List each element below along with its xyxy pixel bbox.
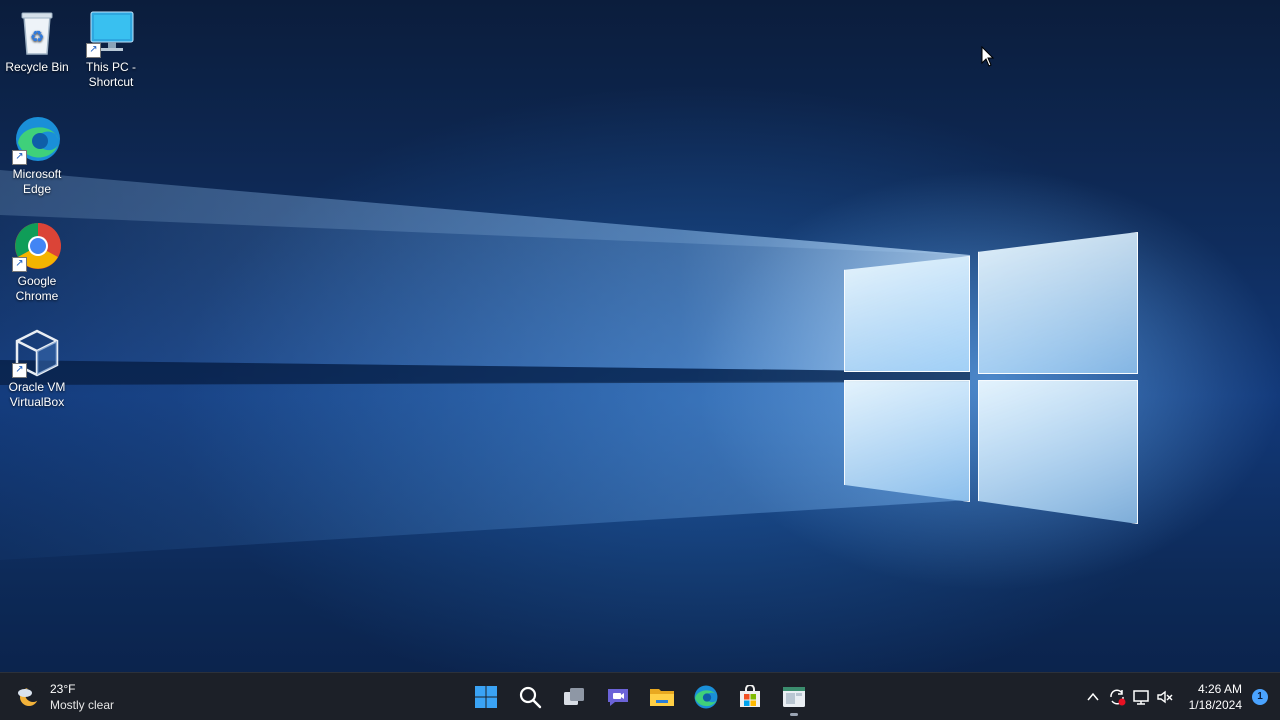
svg-text:♻: ♻: [30, 27, 44, 46]
file-explorer-button[interactable]: [642, 677, 682, 717]
network-button[interactable]: [1129, 685, 1153, 709]
volume-muted-icon: [1156, 690, 1173, 704]
clock[interactable]: 4:26 AM 1/18/2024: [1189, 681, 1242, 713]
search-icon: [519, 686, 542, 709]
microsoft-store-button[interactable]: [730, 677, 770, 717]
clock-time: 4:26 AM: [1197, 682, 1242, 696]
teams-chat-button[interactable]: [598, 677, 638, 717]
running-indicator: [790, 713, 798, 716]
desktop[interactable]: ♻ Recycle Bin ↗ This PC - Shortcut ↗ Mic…: [0, 0, 1280, 720]
moon-cloud-icon: [18, 686, 41, 706]
app-window-icon: [783, 687, 805, 707]
network-icon: [1132, 690, 1149, 705]
desktop-icon-label: Recycle Bin: [5, 60, 69, 74]
search-button[interactable]: [510, 677, 550, 717]
desktop-icon-this-pc[interactable]: ↗ This PC - Shortcut: [74, 8, 148, 90]
system-tray: 4:26 AM 1/18/2024 1: [1081, 673, 1280, 720]
recycle-bin-icon: ♻: [12, 8, 62, 58]
edge-taskbar-button[interactable]: [686, 677, 726, 717]
desktop-icon-label: Google Chrome: [15, 274, 59, 303]
desktop-icon-label: Microsoft Edge: [12, 167, 62, 196]
taskbar-pinned-apps: [466, 677, 814, 717]
weather-temperature: 23°F: [50, 682, 76, 696]
desktop-icon-microsoft-edge[interactable]: ↗ Microsoft Edge: [0, 115, 74, 197]
weather-condition: Mostly clear: [50, 698, 115, 712]
shortcut-arrow-icon: ↗: [12, 257, 27, 272]
start-button[interactable]: [466, 677, 506, 717]
shortcut-arrow-icon: ↗: [12, 363, 27, 378]
clock-date: 1/18/2024: [1188, 698, 1242, 712]
chrome-icon: ↗: [12, 222, 62, 272]
shortcut-arrow-icon: ↗: [86, 43, 101, 58]
windows-logo-pane: [844, 380, 970, 502]
mouse-cursor-icon: [981, 46, 995, 67]
chevron-up-icon: [1087, 692, 1099, 701]
windows-logo-pane: [978, 380, 1138, 524]
desktop-icon-oracle-vm-virtualbox[interactable]: ↗ Oracle VM VirtualBox: [0, 328, 74, 410]
windows-logo-icon: [475, 686, 497, 708]
shortcut-arrow-icon: ↗: [12, 150, 27, 165]
volume-button[interactable]: [1153, 685, 1177, 709]
task-view-icon: [564, 688, 584, 705]
folder-icon: [650, 689, 674, 706]
weather-widget[interactable]: 23°F Mostly clear: [14, 679, 114, 715]
windows-logo-pane: [844, 256, 970, 372]
store-icon: [740, 685, 760, 707]
open-app-window-button[interactable]: [774, 677, 814, 717]
virtualbox-icon: ↗: [12, 328, 62, 378]
desktop-icon-recycle-bin[interactable]: ♻ Recycle Bin: [0, 8, 74, 75]
teams-chat-icon: [608, 689, 628, 706]
notification-badge[interactable]: 1: [1252, 689, 1268, 705]
sync-icon: [1109, 689, 1126, 706]
sync-status-button[interactable]: [1105, 685, 1129, 709]
desktop-icon-label: This PC - Shortcut: [85, 60, 136, 89]
task-view-button[interactable]: [554, 677, 594, 717]
taskbar: 23°F Mostly clear 4:26 AM 1/18/2024 1: [0, 672, 1280, 720]
edge-icon: ↗: [12, 115, 62, 165]
this-pc-icon: ↗: [86, 8, 136, 58]
show-hidden-icons-button[interactable]: [1081, 685, 1105, 709]
windows-logo-pane: [978, 232, 1138, 374]
edge-icon: [694, 685, 718, 709]
desktop-icon-google-chrome[interactable]: ↗ Google Chrome: [0, 222, 74, 304]
desktop-icon-label: Oracle VM VirtualBox: [8, 380, 66, 409]
